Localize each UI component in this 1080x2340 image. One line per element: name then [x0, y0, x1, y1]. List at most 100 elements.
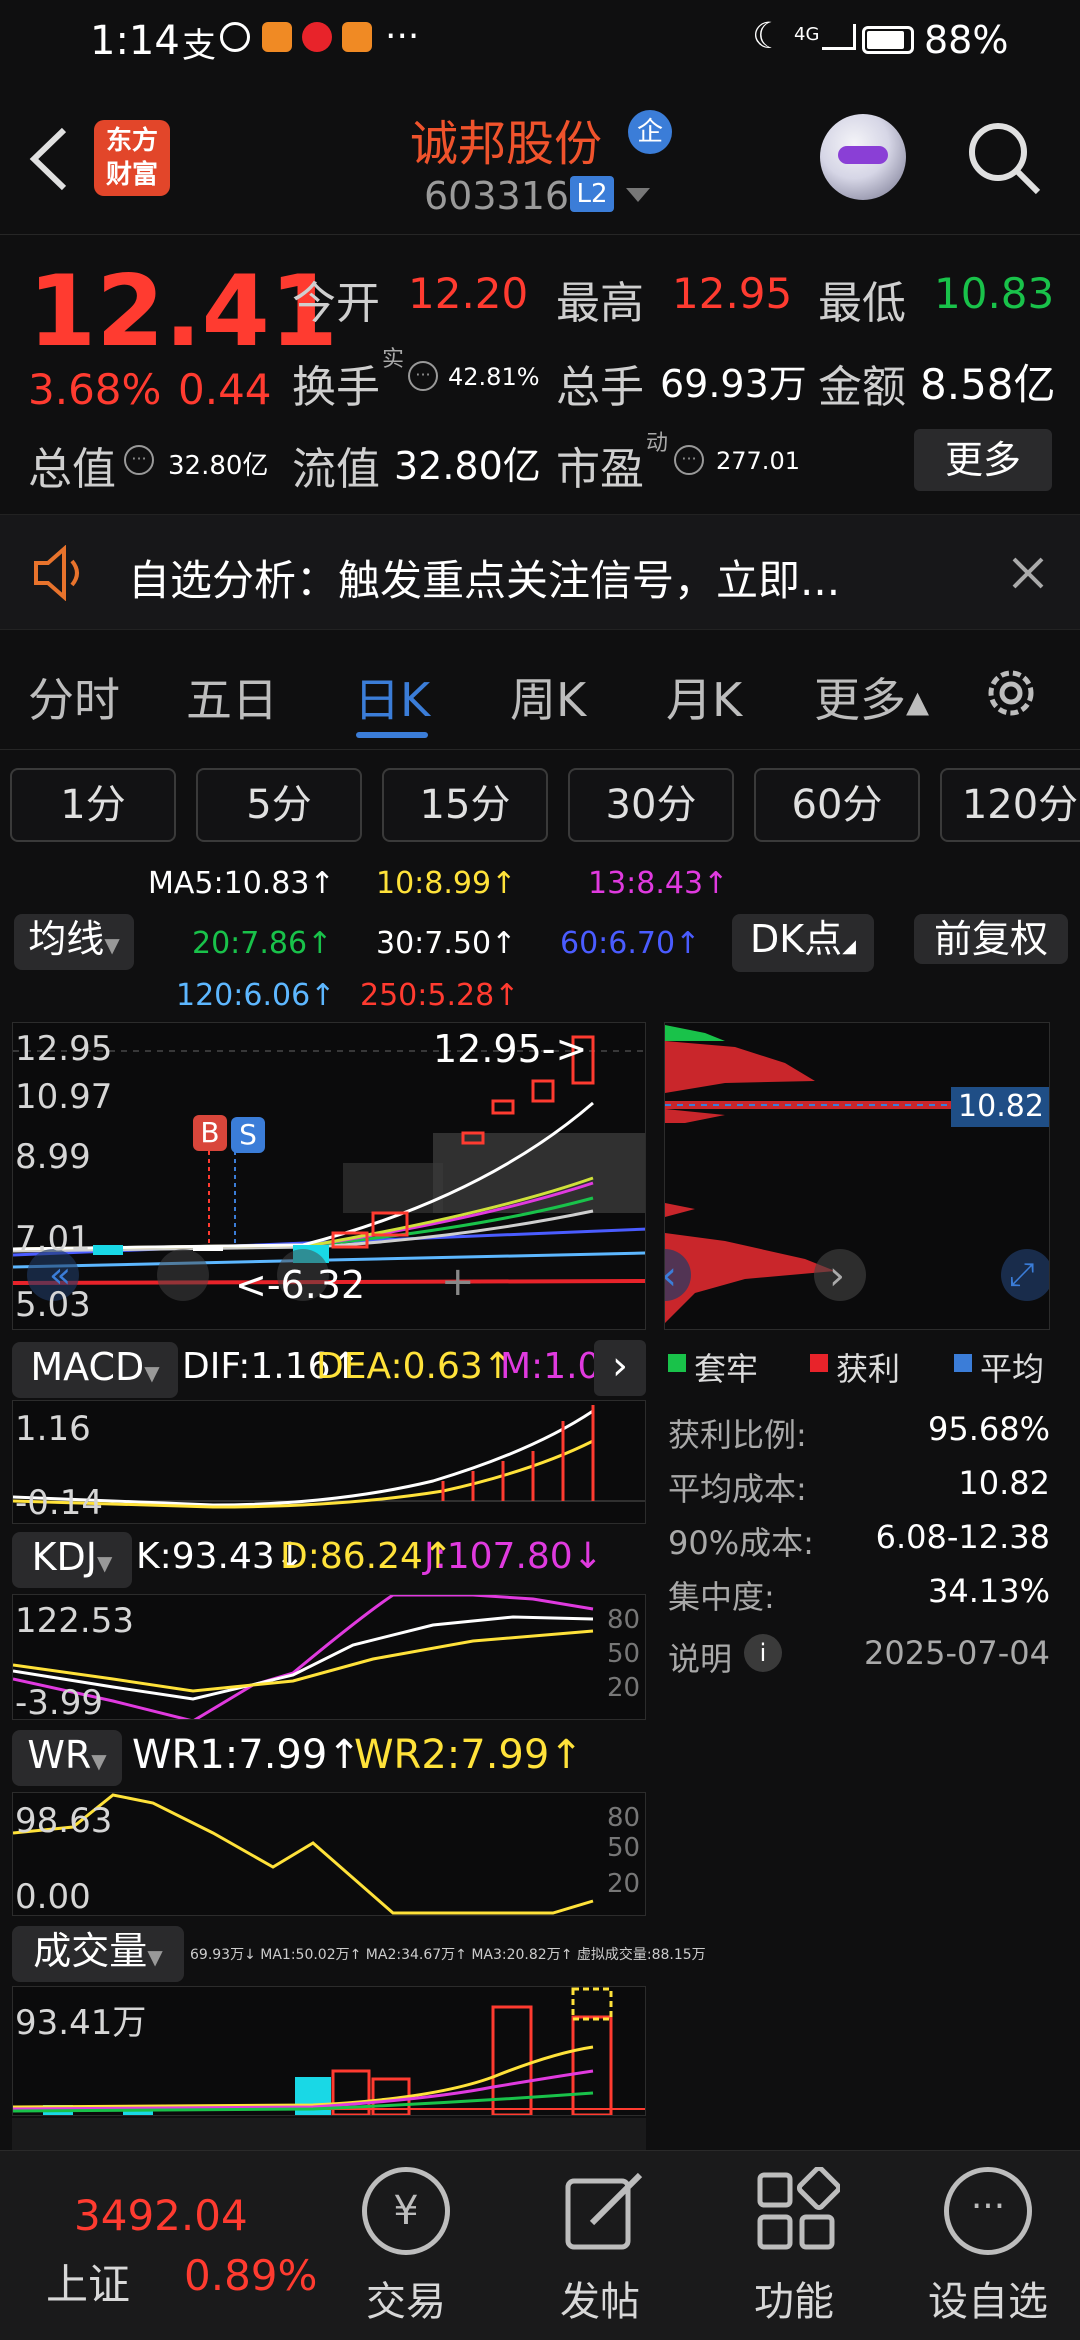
- float-value: 32.80亿: [394, 444, 541, 488]
- avg-cost-tag: 10.82: [951, 1087, 1049, 1127]
- close-icon[interactable]: [1008, 553, 1048, 593]
- index-name[interactable]: 上证: [46, 2251, 130, 2312]
- wr-chart[interactable]: 98.63 0.00 80 50 20: [12, 1792, 646, 1916]
- level2-badge[interactable]: L2: [570, 176, 614, 212]
- nav-functions[interactable]: 功能: [734, 2269, 854, 2327]
- robot-avatar[interactable]: [820, 114, 906, 200]
- wr-level-80: 80: [607, 1803, 641, 1833]
- macd-select[interactable]: MACD▼: [12, 1342, 178, 1398]
- float-label: 流值: [292, 444, 380, 495]
- index-percent[interactable]: 0.89%: [184, 2251, 317, 2300]
- index-price[interactable]: 3492.04: [74, 2191, 248, 2240]
- buy-marker[interactable]: B: [193, 1115, 227, 1151]
- signal-icon: [822, 24, 856, 50]
- date-axis-strip: [12, 2118, 646, 2150]
- macd-y-top: 1.16: [15, 1409, 91, 1449]
- add-watchlist-icon[interactable]: ···: [944, 2167, 1032, 2255]
- status-time: 1:14: [90, 18, 180, 64]
- interval-120min[interactable]: 120分: [940, 768, 1080, 842]
- nav-trade[interactable]: 交易: [346, 2269, 466, 2327]
- volume-chart[interactable]: 93.41万: [12, 1986, 646, 2116]
- moon-icon: ☾: [752, 16, 785, 57]
- apps-grid-icon[interactable]: [752, 2167, 840, 2255]
- note-label[interactable]: 说明: [668, 1634, 732, 1680]
- interval-30min[interactable]: 30分: [568, 768, 734, 842]
- open-label: 今开: [292, 278, 380, 329]
- notice-banner[interactable]: 自选分析：触发重点关注信号，立即...: [0, 514, 1080, 630]
- profit-swatch: [810, 1354, 828, 1372]
- expand-icon[interactable]: ⤢: [1009, 1255, 1035, 1294]
- more-button[interactable]: 更多: [914, 429, 1052, 491]
- concentration-label: 集中度:: [668, 1578, 775, 1616]
- info-dots-icon[interactable]: ···: [124, 445, 154, 475]
- turnover-value: 42.81%: [448, 363, 540, 391]
- y-label-4: 7.01: [15, 1219, 91, 1259]
- macd-label: MACD: [30, 1345, 145, 1389]
- interval-1min[interactable]: 1分: [10, 768, 176, 842]
- chip-distribution-chart[interactable]: 10.82 ‹ › ⤢: [664, 1022, 1050, 1330]
- tab-weekly-k[interactable]: 周K: [510, 664, 586, 730]
- trade-yen-icon[interactable]: ¥: [362, 2167, 450, 2255]
- cost-90-value: 6.08-12.38: [875, 1518, 1050, 1556]
- info-icon[interactable]: i: [744, 1634, 782, 1672]
- chevron-down-icon: ▼: [104, 933, 120, 957]
- info-dots-icon[interactable]: ···: [674, 445, 704, 475]
- quote-panel: 12.41 3.68% 0.44 今开 12.20 最高 12.95 最低 10…: [0, 234, 1080, 514]
- wr-y-bottom: 0.00: [15, 1877, 91, 1916]
- macd-chart[interactable]: 1.16 -0.14: [12, 1400, 646, 1524]
- y-label-2: 10.97: [15, 1077, 113, 1117]
- amount-value: 8.58亿: [920, 360, 1056, 409]
- kdj-level-50: 50: [607, 1639, 641, 1669]
- hand-icon: [220, 22, 250, 52]
- sell-marker[interactable]: S: [231, 1117, 265, 1153]
- ma60-value: 60:6.70↑: [560, 926, 701, 961]
- concentration-value: 34.13%: [927, 1572, 1050, 1610]
- search-icon[interactable]: [964, 118, 1044, 198]
- network-type: 4G: [794, 24, 820, 45]
- scroll-left-icon[interactable]: «: [49, 1255, 71, 1296]
- tab-more[interactable]: 更多▴: [814, 664, 929, 730]
- chevron-right-icon[interactable]: ›: [829, 1253, 845, 1299]
- crosshair-icon[interactable]: +: [441, 1259, 475, 1305]
- mktcap-value: 32.80亿: [168, 451, 269, 481]
- alipay-icon: 支: [182, 26, 216, 66]
- nav-add-watchlist[interactable]: 设自选: [918, 2269, 1058, 2327]
- volume-header: 成交量▼ 69.93万↓ MA1:50.02万↑ MA2:34.67万↑ MA3…: [12, 1924, 706, 1984]
- legend-average: 平均: [980, 1350, 1045, 1388]
- tab-five-day[interactable]: 五日: [186, 664, 278, 730]
- dk-point-button[interactable]: DK点◢: [732, 914, 874, 972]
- wr-select[interactable]: WR▼: [12, 1730, 122, 1786]
- nav-post[interactable]: 发帖: [540, 2269, 660, 2327]
- chevron-right-icon[interactable]: ›: [594, 1340, 646, 1396]
- kdj-chart[interactable]: 122.53 -3.99 80 50 20: [12, 1594, 646, 1720]
- trapped-swatch: [668, 1354, 686, 1372]
- volume-select[interactable]: 成交量▼: [12, 1926, 184, 1982]
- max-price-marker: 12.95->: [433, 1027, 588, 1071]
- kdj-select[interactable]: KDJ▼: [12, 1532, 132, 1588]
- wr-label: WR: [27, 1733, 92, 1777]
- kline-chart[interactable]: 12.95 10.97 8.99 7.01 5.03 12.95-> <-6.3…: [12, 1022, 646, 1330]
- tab-monthly-k[interactable]: 月K: [666, 664, 742, 730]
- period-tabs: 分时 五日 日K 周K 月K 更多▴: [0, 630, 1080, 750]
- tab-intraday[interactable]: 分时: [28, 664, 120, 730]
- post-edit-icon[interactable]: [560, 2167, 648, 2255]
- tab-daily-k[interactable]: 日K: [354, 664, 430, 730]
- change-amount: 0.44: [178, 365, 272, 414]
- ma250-value: 250:5.28↑: [360, 978, 520, 1013]
- interval-60min[interactable]: 60分: [754, 768, 920, 842]
- kdj-label: KDJ: [31, 1535, 97, 1579]
- chevron-down-icon: ▼: [91, 1749, 107, 1773]
- interval-15min[interactable]: 15分: [382, 768, 548, 842]
- chevron-left-icon[interactable]: ‹: [665, 1253, 677, 1299]
- notice-text: 自选分析：触发重点关注信号，立即...: [128, 556, 841, 605]
- ma-type-select[interactable]: 均线▼: [14, 914, 134, 970]
- adjust-mode-button[interactable]: 前复权: [914, 914, 1068, 964]
- interval-5min[interactable]: 5分: [196, 768, 362, 842]
- macd-dea: DEA:0.63↑: [316, 1346, 513, 1387]
- info-dots-icon[interactable]: ···: [408, 361, 438, 391]
- back-icon[interactable]: [26, 124, 70, 194]
- settings-gear-icon[interactable]: [980, 662, 1042, 724]
- chevron-down-icon[interactable]: [626, 188, 650, 202]
- volume-label: 成交量: [33, 1929, 148, 1973]
- turnover-label: 换手: [292, 362, 380, 413]
